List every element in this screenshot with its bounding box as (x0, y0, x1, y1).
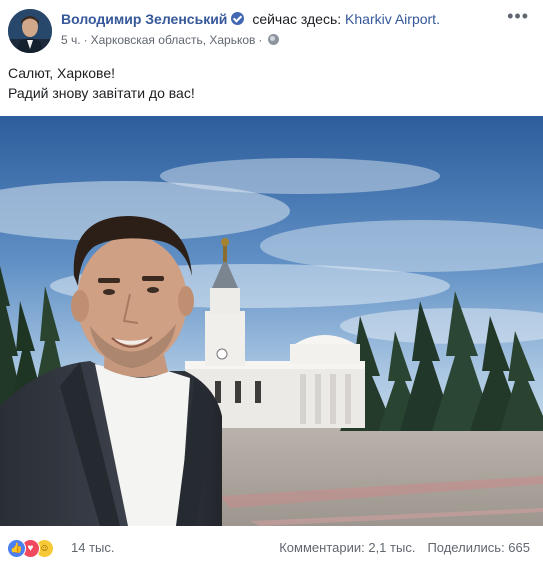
post-header: Володимир Зеленський сейчас здесь: Khark… (61, 9, 440, 29)
facebook-post: Володимир Зеленський сейчас здесь: Khark… (0, 0, 543, 568)
author-name[interactable]: Володимир Зеленський (61, 11, 227, 27)
location-prefix: сейчас здесь: (252, 11, 342, 27)
more-options-icon[interactable]: ••• (507, 7, 529, 25)
post-photo[interactable] (0, 116, 543, 526)
post-text-line: Салют, Харкове! (8, 65, 115, 81)
avatar-image (8, 9, 52, 53)
post-meta: 5 ч. · Харковская область, Харьков · (61, 32, 280, 48)
selfie-photo (0, 116, 543, 526)
author-avatar[interactable] (8, 9, 52, 53)
post-timestamp[interactable]: 5 ч. (61, 33, 81, 47)
location-link[interactable]: Kharkiv Airport. (345, 11, 440, 27)
post-text: Салют, Харкове! Радий знову завітати до … (8, 63, 195, 103)
post-place[interactable]: Харковская область, Харьков (91, 33, 256, 47)
globe-icon[interactable] (268, 34, 280, 45)
comments-count[interactable]: Комментарии: 2,1 тыс. (279, 540, 415, 555)
post-footer: 👍 ♥ ☺ 14 тыс. Комментарии: 2,1 тыс. Подел… (0, 526, 543, 568)
post-text-line: Радий знову завітати до вас! (8, 85, 195, 101)
verified-badge-icon (231, 12, 245, 25)
meta-separator: · (83, 33, 88, 47)
meta-separator: · (258, 33, 263, 47)
shares-count[interactable]: Поделились: 665 (427, 540, 530, 555)
post-stats: Комментарии: 2,1 тыс. Поделились: 665 (267, 540, 530, 555)
reactions-count[interactable]: 14 тыс. (71, 540, 114, 555)
like-icon: 👍 (7, 539, 26, 558)
